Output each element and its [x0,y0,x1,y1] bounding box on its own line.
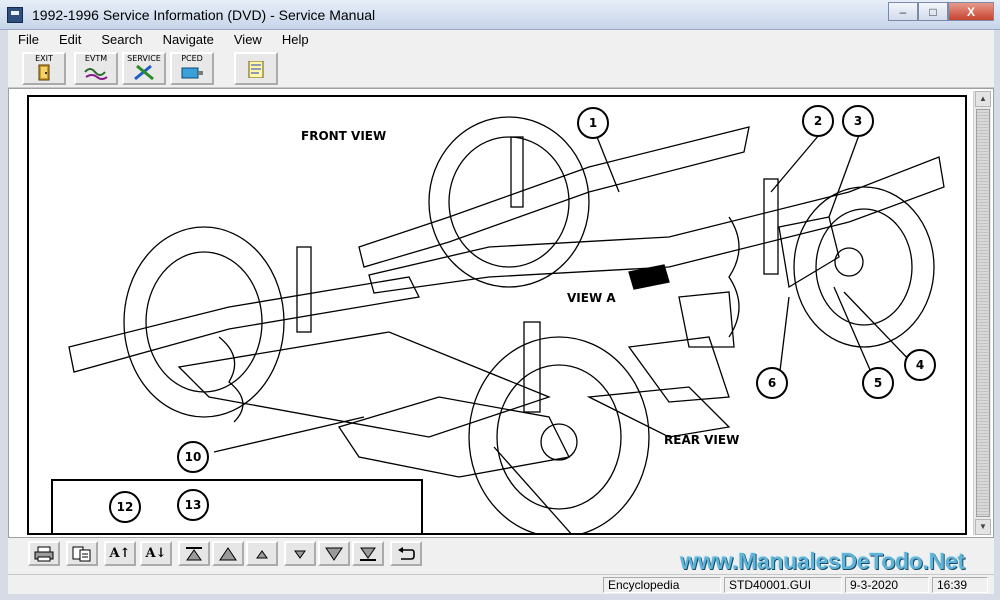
next-page-icon [294,550,306,559]
next-page-button[interactable] [284,541,316,566]
callout-1: 1 [577,107,609,139]
callout-13: 13 [177,489,209,521]
scroll-up-icon[interactable]: ▲ [975,91,991,107]
callout-10: 10 [177,441,209,473]
document-viewer: FRONT VIEW VIEW A REAR VIEW 1 2 3 4 5 6 … [8,88,994,538]
detail-inset: 12 13 [51,479,423,533]
first-page-button[interactable] [178,541,210,566]
next-section-icon [325,547,343,561]
print-icon [34,546,54,561]
previous-section-icon [219,546,237,560]
menu-search[interactable]: Search [91,30,152,49]
callout-6: 6 [756,367,788,399]
suspension-diagram [68,116,945,533]
callout-3: 3 [842,105,874,137]
window-controls: – □ X [888,2,994,21]
scroll-down-icon[interactable]: ▼ [975,519,991,535]
menu-file[interactable]: File [8,30,49,49]
vertical-scrollbar[interactable]: ▲ ▼ [973,91,991,535]
first-page-icon [186,546,202,560]
callout-5: 5 [862,367,894,399]
pced-button-label: PCED [181,54,203,63]
callout-2: 2 [802,105,834,137]
callout-4: 4 [904,349,936,381]
rear-view-label: REAR VIEW [664,433,740,447]
font-increase-button[interactable]: A↑ [104,541,136,566]
front-view-label: FRONT VIEW [301,129,387,143]
pced-button[interactable]: PCED [170,52,214,85]
menu-navigate[interactable]: Navigate [153,30,224,49]
door-exit-icon [38,64,50,81]
watermark: www.ManualesDeTodo.Net [680,548,965,574]
font-decrease-icon: A↓ [145,546,167,561]
view-a-label: VIEW A [567,291,616,305]
menu-view[interactable]: View [224,30,272,49]
tools-icon [134,64,154,81]
toolbar: EXIT EVTM SERVICE PCED [8,49,994,88]
menu-help[interactable]: Help [272,30,319,49]
title-bar: 1992-1996 Service Information (DVD) - Se… [0,0,1000,30]
window-title: 1992-1996 Service Information (DVD) - Se… [32,7,376,23]
status-time: 16:39 [932,577,988,593]
status-bar: Encyclopedia STD40001.GUI 9-3-2020 16:39 [8,574,994,594]
scroll-thumb[interactable] [976,109,990,517]
font-increase-icon: A↑ [109,546,131,561]
service-button-label: SERVICE [127,54,161,63]
close-button[interactable]: X [948,2,994,21]
exit-button[interactable]: EXIT [22,52,66,85]
copy-icon [72,546,91,561]
exit-button-label: EXIT [35,54,53,63]
minimize-button[interactable]: – [888,2,918,21]
back-icon [398,546,415,560]
font-decrease-button[interactable]: A↓ [140,541,172,566]
last-page-icon [360,547,376,561]
previous-page-button[interactable] [246,541,278,566]
copy-button[interactable] [66,541,98,566]
status-file: STD40001.GUI [724,577,842,593]
last-page-button[interactable] [352,541,384,566]
next-section-button[interactable] [318,541,350,566]
evtm-button[interactable]: EVTM [74,52,118,85]
print-button[interactable] [28,541,60,566]
status-date: 9-3-2020 [845,577,929,593]
diagram-page: FRONT VIEW VIEW A REAR VIEW 1 2 3 4 5 6 … [27,95,967,535]
engine-diagnosis-icon [181,67,203,79]
previous-page-icon [256,549,268,558]
app-icon [7,7,23,23]
previous-section-button[interactable] [212,541,244,566]
evtm-button-label: EVTM [84,54,108,63]
service-button[interactable]: SERVICE [122,52,166,85]
wiring-diagram-icon [84,68,108,80]
menu-bar: File Edit Search Navigate View Help [8,30,994,49]
back-button[interactable] [390,541,422,566]
document-list-button[interactable] [234,52,278,85]
maximize-button[interactable]: □ [918,2,948,21]
document-list-icon [248,61,264,78]
callout-12: 12 [109,491,141,523]
status-section: Encyclopedia [603,577,721,593]
menu-edit[interactable]: Edit [49,30,91,49]
